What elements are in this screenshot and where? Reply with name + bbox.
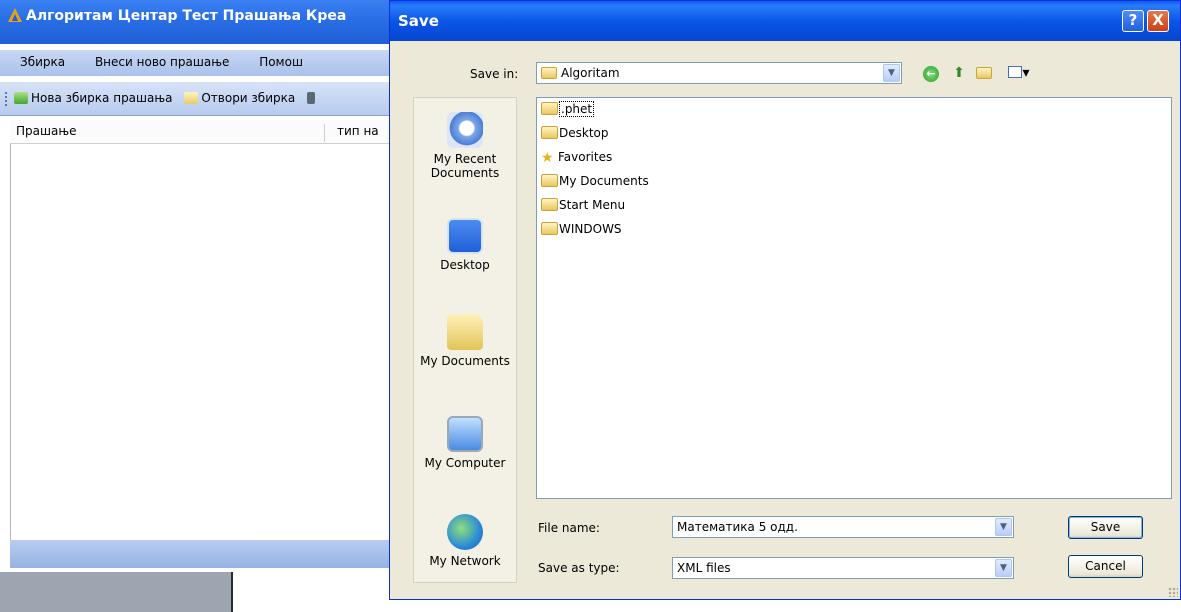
save-in-value: Algoritam — [561, 66, 620, 80]
folder-icon — [541, 102, 558, 115]
file-name: WINDOWS — [559, 222, 622, 236]
save-as-type-dropdown[interactable]: XML files ▼ — [672, 557, 1014, 579]
file-name: Desktop — [559, 126, 609, 140]
save-in-label: Save in: — [470, 67, 519, 81]
chevron-down-icon[interactable]: ▼ — [995, 559, 1012, 577]
folder-icon — [541, 67, 557, 79]
save-as-type-value: XML files — [677, 561, 731, 575]
file-list[interactable]: .phet Desktop ★ Favorites My Documents St… — [536, 97, 1172, 499]
my-documents-icon — [447, 314, 483, 350]
save-button[interactable]: Save — [1068, 516, 1143, 539]
chevron-down-icon[interactable]: ▼ — [995, 518, 1012, 536]
file-name: .phet — [559, 101, 595, 117]
folder-icon — [541, 174, 558, 187]
file-name-value: Математика 5 одд. — [677, 520, 798, 534]
new-collection-button[interactable]: Нова збирка прашања — [14, 91, 173, 105]
folder-icon — [541, 198, 558, 211]
question-list-header: Прашање тип на — [10, 120, 400, 144]
app-title: Алгоритам Центар Тест Прашања Креа — [26, 8, 347, 24]
folder-icon — [541, 222, 558, 235]
back-button[interactable]: ← — [920, 63, 942, 83]
my-computer-icon — [447, 416, 483, 452]
list-item[interactable]: WINDOWS — [541, 222, 1171, 246]
list-item[interactable]: My Documents — [541, 174, 1171, 198]
chevron-down-icon[interactable]: ▼ — [883, 64, 900, 82]
list-item[interactable]: Desktop — [541, 126, 1171, 150]
back-arrow-icon: ← — [923, 66, 939, 82]
app-toolbar: Нова збирка прашања Отвори збирка — [0, 82, 400, 116]
place-my-network[interactable]: My Network — [414, 514, 516, 568]
app-title-bar: Алгоритам Центар Тест Прашања Креа — [0, 0, 400, 44]
open-collection-button[interactable]: Отвори збирка — [184, 91, 295, 105]
dialog-title: Save — [398, 12, 439, 30]
open-folder-icon — [184, 92, 199, 104]
save-dialog: Save ? X Save in: Algoritam ▼ ← ⬆ ▾ My R… — [389, 0, 1181, 600]
recent-documents-icon — [447, 112, 483, 148]
place-desktop[interactable]: Desktop — [414, 218, 516, 272]
close-button[interactable]: X — [1147, 10, 1169, 32]
folder-icon — [541, 126, 558, 139]
cancel-button[interactable]: Cancel — [1068, 555, 1143, 578]
save-in-dropdown[interactable]: Algoritam ▼ — [536, 62, 902, 84]
star-icon: ★ — [541, 150, 554, 166]
list-item[interactable]: Start Menu — [541, 198, 1171, 222]
app-status-bar — [10, 540, 400, 568]
taskbar-area — [0, 572, 232, 612]
taskbar-edge — [231, 572, 233, 612]
toolbar-tool-icon[interactable] — [307, 92, 316, 104]
resize-grip[interactable] — [1168, 587, 1178, 597]
place-label: Desktop — [440, 258, 490, 272]
new-folder-icon — [976, 67, 992, 79]
up-folder-icon: ⬆ — [953, 65, 965, 81]
place-my-documents[interactable]: My Documents — [414, 314, 516, 368]
menu-item-help[interactable]: Помош — [259, 55, 303, 69]
menu-item-collection[interactable]: Збирка — [20, 55, 65, 69]
places-bar: My Recent Documents Desktop My Documents… — [413, 97, 517, 583]
new-collection-icon — [14, 92, 28, 104]
view-menu-button[interactable]: ▾ — [1002, 63, 1036, 83]
list-item[interactable]: .phet — [541, 101, 1171, 126]
background-app-window: Алгоритам Центар Тест Прашања Креа Збирк… — [0, 0, 400, 612]
dialog-title-bar: Save ? X — [390, 1, 1180, 41]
desktop-icon — [447, 218, 483, 254]
menu-item-new-question[interactable]: Внеси ново прашање — [95, 55, 229, 69]
view-menu-icon — [1008, 66, 1023, 78]
place-label: My Recent — [433, 152, 497, 166]
file-name: Favorites — [558, 150, 613, 164]
place-label: Documents — [430, 166, 500, 180]
save-as-type-label: Save as type: — [538, 561, 620, 575]
up-one-level-button[interactable]: ⬆ — [948, 63, 970, 83]
help-button[interactable]: ? — [1122, 10, 1144, 32]
my-network-icon — [447, 514, 483, 550]
new-collection-label: Нова збирка прашања — [31, 91, 173, 105]
place-label: My Computer — [424, 456, 506, 470]
place-my-recent-documents[interactable]: My Recent Documents — [414, 112, 516, 180]
file-name: My Documents — [559, 174, 649, 188]
toolbar-grip — [5, 92, 7, 106]
app-logo-icon — [8, 8, 22, 22]
file-name-field[interactable]: Математика 5 одд. ▼ — [672, 516, 1014, 538]
open-collection-label: Отвори збирка — [201, 91, 296, 105]
place-label: My Network — [429, 554, 501, 568]
list-border — [10, 144, 11, 540]
place-my-computer[interactable]: My Computer — [414, 416, 516, 470]
column-header-type[interactable]: тип на — [324, 124, 379, 142]
new-folder-button[interactable] — [975, 63, 997, 83]
file-name-label: File name: — [538, 521, 600, 535]
app-menubar: Збирка Внеси ново прашање Помош — [0, 50, 400, 76]
place-label: My Documents — [420, 354, 510, 368]
list-item[interactable]: ★ Favorites — [541, 150, 1171, 174]
file-name: Start Menu — [559, 198, 626, 212]
column-header-question[interactable]: Прашање — [16, 124, 77, 138]
